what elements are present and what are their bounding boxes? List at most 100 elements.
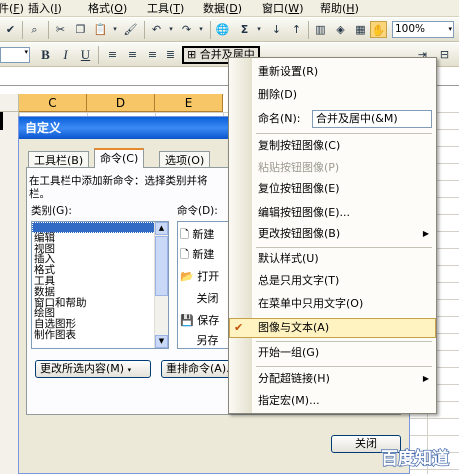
redo-icon[interactable]: ↷ (178, 21, 195, 38)
menu-file[interactable]: 件(F) (0, 1, 24, 16)
categories-label: 类别(G): (31, 205, 72, 217)
align-center-icon[interactable]: ≡ (124, 46, 141, 63)
command-close[interactable]: 关闭 (180, 290, 219, 306)
toolbar-separator (308, 21, 309, 39)
justify-icon[interactable]: ≣ (162, 46, 179, 63)
categories-scrollbar[interactable]: ▲ ▼ (154, 222, 168, 348)
menu-item-text-only-always[interactable]: 总是只用文字(T) (229, 271, 436, 291)
command-save-as[interactable]: 另存 (180, 332, 219, 348)
menu-item-assign-hyperlink[interactable]: 分配超链接(H) ▶ (229, 369, 436, 389)
menu-item-delete[interactable]: 删除(D) (229, 85, 436, 105)
checkmark-icon: ✔ (234, 321, 244, 334)
chevron-down-icon: ▾ (24, 48, 28, 56)
copy-icon[interactable]: ❐ (72, 21, 89, 38)
watermark-logo: 百度知道 (373, 442, 457, 472)
hyperlink-icon[interactable]: 🌐 (214, 21, 231, 38)
toolbar-separator (48, 21, 49, 39)
menu-separator (256, 247, 432, 248)
column-header-c[interactable]: C (19, 94, 87, 112)
menu-item-edit-image[interactable]: 编辑按钮图像(E)... (229, 203, 436, 223)
categories-list[interactable]: 文件 编辑 视图 插入 格式 工具 数据 窗口和帮助 绘图 自选图形 制作图表 … (31, 221, 169, 349)
folder-icon: 📂 (180, 270, 194, 283)
underline-button[interactable]: U (77, 46, 94, 63)
commands-label: 命令(D): (177, 205, 218, 217)
menu-separator (256, 133, 432, 134)
description-text-line2: 栏。 (29, 188, 50, 200)
list-item[interactable]: 数据 (32, 286, 168, 298)
submenu-arrow-icon: ▶ (422, 374, 429, 383)
menu-item-reset[interactable]: 重新设置(R) (229, 62, 436, 82)
italic-button[interactable]: I (57, 46, 74, 63)
menu-item-image-and-text[interactable]: ✔ 图像与文本(A) (229, 318, 436, 338)
border-icon[interactable]: ⊟ (436, 46, 453, 63)
align-left-icon[interactable]: ≡ (104, 46, 121, 63)
new-document-icon: 🗋 (180, 228, 189, 241)
menu-format[interactable]: 格式(O) (88, 1, 127, 16)
menu-data[interactable]: 数据(D) (203, 1, 242, 16)
menu-item-default-style[interactable]: 默认样式(U) (229, 249, 436, 269)
chart-wizard-icon[interactable]: ▥ (312, 21, 329, 38)
menu-help[interactable]: 帮助(H) (320, 1, 359, 16)
select-all-corner[interactable] (0, 94, 19, 112)
tab-options[interactable]: 选项(O) (159, 151, 211, 168)
command-new-2[interactable]: 🗋 新建 (180, 246, 214, 265)
column-header-d[interactable]: D (87, 94, 155, 112)
menu-item-paste-image: 粘贴按钮图像(P) (258, 161, 340, 174)
menu-item-assign-macro[interactable]: 指定宏(M)... (229, 391, 436, 411)
scroll-thumb[interactable] (155, 236, 168, 296)
rearrange-commands-button[interactable]: 重排命令(A)... (161, 360, 231, 378)
command-new[interactable]: 🗋 新建 (180, 226, 214, 245)
font-size-select[interactable]: ▾ (0, 47, 30, 63)
merge-icon: ⊞ (187, 48, 197, 61)
description-text-line1: 在工具栏中添加新命令：选择类别并将 (29, 175, 208, 187)
sort-descending-icon[interactable]: ↑ (288, 21, 305, 38)
scroll-up-icon[interactable]: ▲ (155, 222, 168, 235)
spell-check-icon[interactable]: ✔ (2, 21, 19, 38)
tab-commands[interactable]: 命令(C) (94, 148, 145, 168)
scroll-down-icon[interactable]: ▼ (155, 335, 168, 348)
undo-icon[interactable]: ↶ (148, 21, 165, 38)
save-icon: 💾 (180, 314, 194, 327)
menu-item-change-image[interactable]: 更改按钮图像(B) ▶ (229, 224, 436, 244)
standard-toolbar: ✔ ⌕ ✂ ❐ 📋 ▾ 🖌 ↶ ▾ ↷ ▾ 🌐 Σ ▾ ↓ ↑ ▥ ◈ ▦ ✋ … (0, 18, 459, 42)
research-icon[interactable]: ⌕ (26, 21, 43, 38)
name-field[interactable]: 合并及居中(&M) (312, 110, 432, 128)
row-headers (0, 112, 19, 474)
paste-icon[interactable]: 📋 (92, 21, 109, 38)
autosum-icon[interactable]: Σ (236, 21, 253, 38)
active-cell (0, 112, 3, 130)
cut-icon[interactable]: ✂ (52, 21, 69, 38)
menu-separator (256, 366, 432, 367)
command-open[interactable]: 📂 打开 (180, 268, 219, 284)
list-item[interactable]: 编辑 (32, 232, 168, 244)
list-item[interactable]: 制作图表 (32, 330, 168, 341)
sort-ascending-icon[interactable]: ↓ (268, 21, 285, 38)
align-right-icon[interactable]: ≡ (144, 46, 161, 63)
modify-selection-button[interactable]: 更改所选内容(M) ▾ (35, 360, 151, 378)
menu-separator (256, 341, 432, 342)
menu-item-reset-image[interactable]: 复位按钮图像(E) (229, 179, 436, 199)
bold-button[interactable]: B (37, 46, 54, 63)
menu-item-text-only-in-menus[interactable]: 在菜单中只用文字(O) (229, 294, 436, 314)
menu-insert[interactable]: 插入(I) (28, 1, 62, 16)
undo-dropdown-icon[interactable]: ▾ (166, 21, 176, 38)
menu-item-name: 命名(N): 合并及居中(&M) (229, 109, 436, 129)
command-save[interactable]: 💾 保存 (180, 312, 219, 328)
paste-dropdown-icon[interactable]: ▾ (110, 21, 120, 38)
toolbar-separator (22, 21, 23, 39)
toolbar-icon[interactable]: ▦ (352, 21, 369, 38)
menu-bar: 件(F) 插入(I) 格式(O) 工具(T) 数据(D) 窗口(W) 帮助(H) (0, 0, 459, 17)
menu-window[interactable]: 窗口(W) (262, 1, 303, 16)
redo-dropdown-icon[interactable]: ▾ (196, 21, 206, 38)
hand-icon[interactable]: ✋ (370, 21, 387, 38)
zoom-select[interactable]: 100% ▾ (392, 21, 454, 38)
chevron-down-icon: ▾ (127, 366, 132, 374)
column-header-e[interactable]: E (155, 94, 223, 112)
drawing-icon[interactable]: ◈ (332, 21, 349, 38)
format-painter-icon[interactable]: 🖌 (122, 21, 139, 38)
menu-tools[interactable]: 工具(T) (147, 1, 184, 16)
menu-item-copy-image[interactable]: 复制按钮图像(C) (229, 136, 436, 156)
menu-item-begin-group[interactable]: 开始一组(G) (229, 343, 436, 363)
tab-toolbars[interactable]: 工具栏(B) (28, 151, 90, 168)
autosum-dropdown-icon[interactable]: ▾ (254, 21, 264, 38)
